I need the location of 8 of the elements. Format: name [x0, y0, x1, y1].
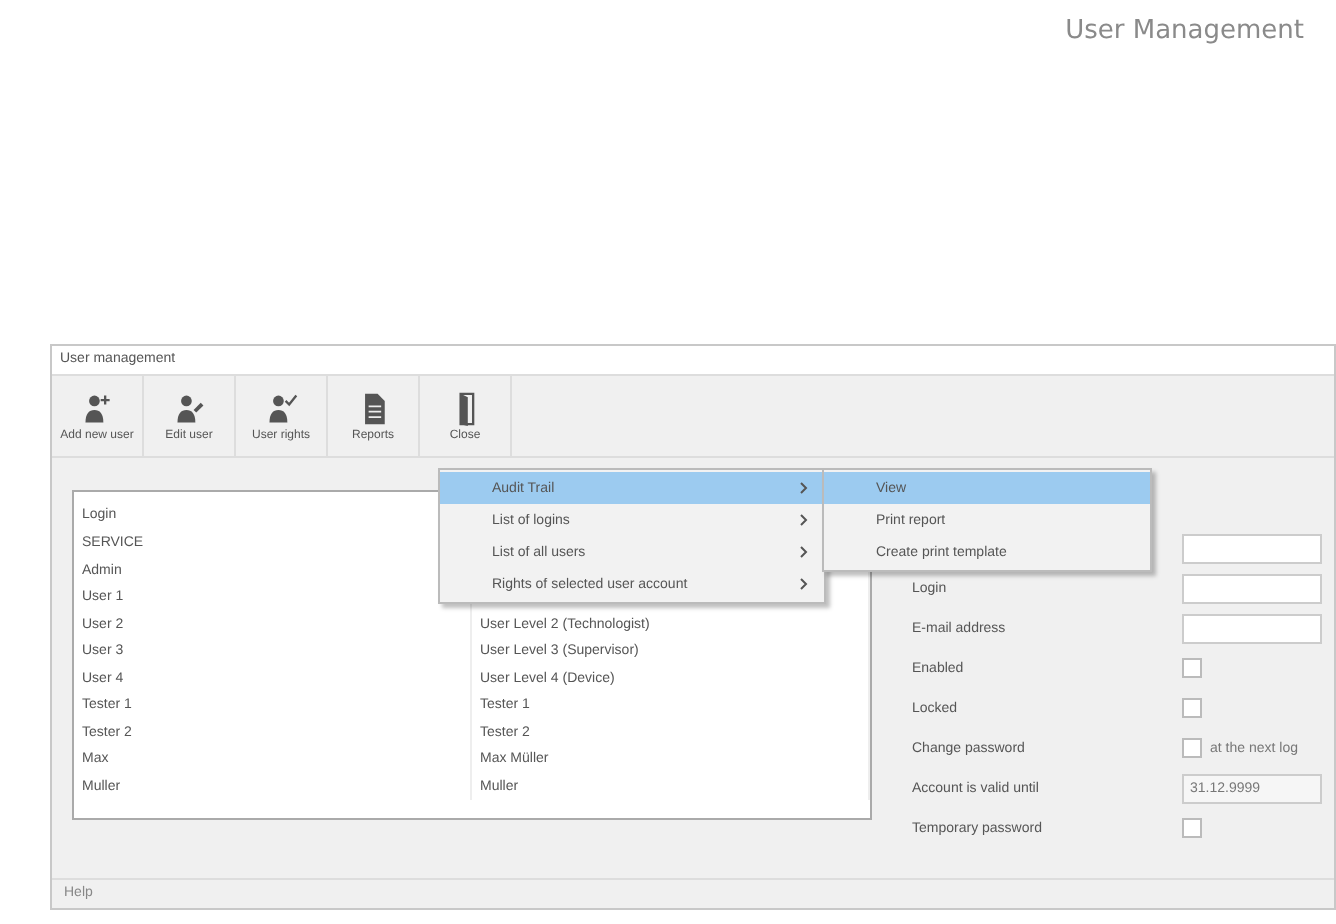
- input-field[interactable]: [1182, 533, 1322, 563]
- checkbox[interactable]: [1182, 698, 1202, 718]
- checkbox[interactable]: [1182, 818, 1202, 838]
- checkbox[interactable]: [1182, 738, 1202, 758]
- page-title: User Management: [1065, 16, 1304, 46]
- checkbox[interactable]: [1182, 658, 1202, 678]
- input-field[interactable]: [1182, 573, 1322, 603]
- input-field[interactable]: [1182, 613, 1322, 643]
